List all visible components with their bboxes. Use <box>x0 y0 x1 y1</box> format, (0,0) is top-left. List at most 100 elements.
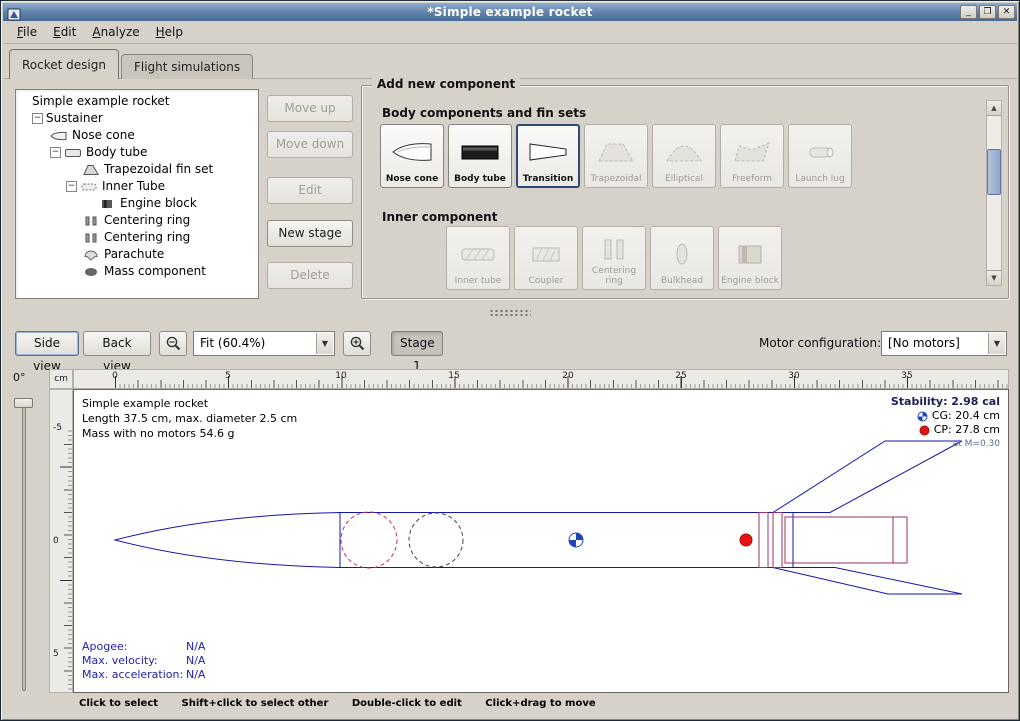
menu-analyze[interactable]: Analyze <box>84 22 147 42</box>
tree-item-label: Centering ring <box>104 212 190 229</box>
inner-tube-icon <box>456 230 500 277</box>
ruler-tick-label: 25 <box>675 371 686 381</box>
tree-item-label: Inner Tube <box>102 178 165 195</box>
tree-item-label: Centering ring <box>104 229 190 246</box>
nose-cone-icon <box>390 128 434 175</box>
add-coupler-button[interactable]: Coupler <box>514 226 578 290</box>
add-bulkhead-button[interactable]: Bulkhead <box>650 226 714 290</box>
engine-block-icon <box>728 230 772 277</box>
elliptical-fin-icon <box>662 128 706 175</box>
side-view-button[interactable]: Side view <box>15 331 79 356</box>
ruler-tick-label: 10 <box>335 371 346 381</box>
ruler-tick-label: 5 <box>225 371 231 381</box>
scrollbar-thumb[interactable] <box>987 149 1001 195</box>
inner-component-label: Inner component <box>382 210 497 224</box>
ruler-tick-label: -5 <box>53 423 62 433</box>
ruler-tick-label: 30 <box>788 371 799 381</box>
mach-condition: at M=0.30 <box>891 437 1000 451</box>
motor-configuration-select[interactable]: [No motors] ▼ <box>881 331 1007 356</box>
menu-edit[interactable]: Edit <box>45 22 84 42</box>
add-centering-ring-button[interactable]: Centering ring <box>582 226 646 290</box>
tree-item-sustainer[interactable]: − Sustainer <box>16 110 258 127</box>
cp-value: CP: 27.8 cm <box>934 423 1000 437</box>
delete-button[interactable]: Delete <box>267 262 353 289</box>
tree-item-label: Parachute <box>104 246 164 263</box>
add-freeform-fin-button[interactable]: Freeform <box>720 124 784 188</box>
tree-item-centering-ring-2[interactable]: Centering ring <box>16 229 258 246</box>
splitter-dots-icon <box>489 309 531 317</box>
engine-block-icon <box>98 198 116 210</box>
tree-item-body-tube[interactable]: − Body tube <box>16 144 258 161</box>
coupler-icon <box>524 230 568 277</box>
centering-ring-icon <box>592 230 636 267</box>
menu-bar: File Edit Analyze Help <box>3 21 1017 44</box>
rotation-slider-handle[interactable] <box>14 398 33 408</box>
ruler-tick-label: 0 <box>53 536 59 546</box>
collapse-icon[interactable]: − <box>32 113 43 124</box>
tab-flight-simulations[interactable]: Flight simulations <box>121 54 253 79</box>
add-body-tube-button[interactable]: Body tube <box>448 124 512 188</box>
stability-info: Stability: 2.98 cal CG: 20.4 cm CP: 27.8… <box>891 395 1000 451</box>
title-bar[interactable]: *Simple example rocket _ ❐ ✕ <box>3 3 1017 21</box>
tree-item-parachute[interactable]: Parachute <box>16 246 258 263</box>
tree-item-inner-tube[interactable]: − Inner Tube <box>16 178 258 195</box>
close-button[interactable]: ✕ <box>998 5 1015 19</box>
zoom-select[interactable]: Fit (60.4%) ▼ <box>193 331 335 356</box>
add-inner-tube-button[interactable]: Inner tube <box>446 226 510 290</box>
add-elliptical-fin-button[interactable]: Elliptical <box>652 124 716 188</box>
add-component-panel: Add new component Body components and fi… <box>361 85 1009 299</box>
rocket-canvas[interactable]: Simple example rocket Length 37.5 cm, ma… <box>73 389 1009 693</box>
chevron-down-icon[interactable]: ▼ <box>988 333 1005 354</box>
stage-1-toggle[interactable]: Stage 1 <box>391 331 443 356</box>
tab-rocket-design[interactable]: Rocket design <box>9 49 119 79</box>
ruler-tick-label: 0 <box>112 371 118 381</box>
max-acceleration-value: N/A <box>186 668 205 681</box>
move-down-button[interactable]: Move down <box>267 131 353 158</box>
edit-button[interactable]: Edit <box>267 177 353 204</box>
scroll-up-icon[interactable]: ▲ <box>987 101 1001 116</box>
bulkhead-icon <box>660 230 704 277</box>
minimize-button[interactable]: _ <box>960 5 977 19</box>
tree-item-label: Simple example rocket <box>32 93 169 110</box>
body-tube-icon <box>458 128 502 175</box>
add-nose-cone-button[interactable]: Nose cone <box>380 124 444 188</box>
tree-item-rocket[interactable]: Simple example rocket <box>16 93 258 110</box>
window-title: *Simple example rocket <box>3 5 1017 19</box>
parachute-icon <box>82 249 100 261</box>
menu-file[interactable]: File <box>9 22 45 42</box>
tree-item-nose-cone[interactable]: Nose cone <box>16 127 258 144</box>
add-engine-block-button[interactable]: Engine block <box>718 226 782 290</box>
new-stage-button[interactable]: New stage <box>267 220 353 247</box>
add-trapezoidal-fin-button[interactable]: Trapezoidal <box>584 124 648 188</box>
zoom-out-button[interactable] <box>159 331 187 356</box>
maximize-button[interactable]: ❐ <box>979 5 996 19</box>
tree-item-centering-ring-1[interactable]: Centering ring <box>16 212 258 229</box>
cg-value: CG: 20.4 cm <box>932 409 1000 423</box>
apogee-value: N/A <box>186 640 205 653</box>
motor-configuration-value: [No motors] <box>888 336 986 350</box>
inner-tube-icon <box>80 181 98 193</box>
add-transition-button[interactable]: Transition <box>516 124 580 188</box>
tree-item-mass-component[interactable]: Mass component <box>16 263 258 280</box>
tree-item-engine-block[interactable]: Engine block <box>16 195 258 212</box>
menu-help[interactable]: Help <box>148 22 191 42</box>
collapse-icon[interactable]: − <box>50 147 61 158</box>
rotation-slider-track[interactable] <box>22 399 26 691</box>
tree-item-fin-set[interactable]: Trapezoidal fin set <box>16 161 258 178</box>
scroll-down-icon[interactable]: ▼ <box>987 270 1001 285</box>
splitter-handle[interactable] <box>1 309 1019 318</box>
component-button-label: Nose cone <box>386 175 438 185</box>
component-button-label: Engine block <box>721 277 779 287</box>
rotation-angle-label: 0° <box>13 371 26 384</box>
back-view-button[interactable]: Back view <box>83 331 151 356</box>
body-components-label: Body components and fin sets <box>382 106 586 120</box>
stability-value: Stability: 2.98 cal <box>891 395 1000 409</box>
chevron-down-icon[interactable]: ▼ <box>316 333 333 354</box>
add-launch-lug-button[interactable]: Launch lug <box>788 124 852 188</box>
component-button-label: Launch lug <box>795 175 844 185</box>
collapse-icon[interactable]: − <box>66 181 77 192</box>
move-up-button[interactable]: Move up <box>267 95 353 122</box>
zoom-in-button[interactable] <box>343 331 371 356</box>
add-panel-scrollbar[interactable]: ▲ ▼ <box>986 100 1002 286</box>
rocket-name: Simple example rocket <box>82 396 297 411</box>
